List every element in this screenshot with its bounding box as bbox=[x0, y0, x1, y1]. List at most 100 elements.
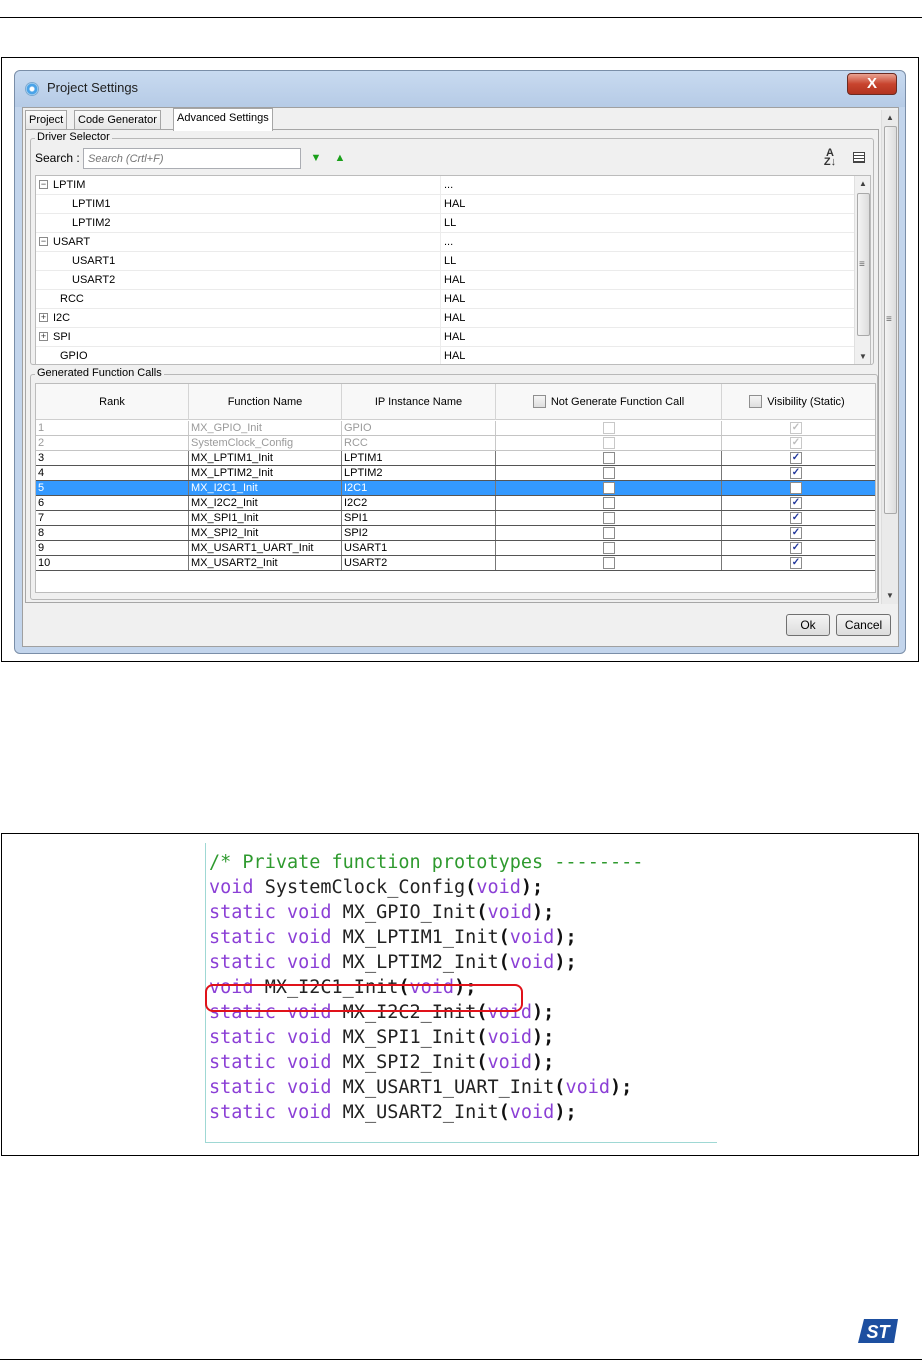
table-row[interactable]: 5 MX_I2C1_Init I2C1 bbox=[36, 481, 875, 496]
rank-cell: 3 bbox=[36, 451, 189, 465]
code-line: static void MX_GPIO_Init(void); bbox=[209, 902, 555, 923]
visibility-checkbox[interactable]: ✓ bbox=[790, 497, 802, 509]
instance-cell: I2C1 bbox=[342, 481, 496, 495]
arrow-up-icon[interactable]: ▲ bbox=[334, 152, 346, 164]
tree-item-value[interactable]: LL bbox=[444, 214, 456, 232]
scroll-up-icon[interactable]: ▲ bbox=[859, 179, 867, 188]
table-row[interactable]: 2 SystemClock_Config RCC ✓ bbox=[36, 436, 875, 451]
visibility-checkbox[interactable]: ✓ bbox=[790, 527, 802, 539]
not-generate-checkbox[interactable] bbox=[603, 542, 615, 554]
list-view-icon[interactable] bbox=[853, 152, 865, 163]
search-label: Search : bbox=[35, 151, 80, 165]
header-function-name[interactable]: Function Name bbox=[189, 384, 342, 420]
cancel-button[interactable]: Cancel bbox=[836, 614, 891, 636]
header-not-generate[interactable]: Not Generate Function Call bbox=[496, 384, 722, 420]
tree-row[interactable]: USART1 LL bbox=[36, 252, 854, 271]
table-row[interactable]: 10 MX_USART2_Init USART2 ✓ bbox=[36, 556, 875, 571]
visibility-checkbox[interactable]: ✓ bbox=[790, 422, 802, 434]
table-row[interactable]: 1 MX_GPIO_Init GPIO ✓ bbox=[36, 421, 875, 436]
tree-item-value[interactable]: ... bbox=[444, 176, 453, 194]
not-generate-checkbox[interactable] bbox=[603, 467, 615, 479]
tree-item-name: LPTIM1 bbox=[72, 198, 111, 210]
not-generate-checkbox[interactable] bbox=[603, 497, 615, 509]
not-generate-all-checkbox[interactable] bbox=[532, 394, 546, 408]
scroll-down-icon[interactable]: ▼ bbox=[886, 591, 894, 600]
tree-row[interactable]: + I2C HAL bbox=[36, 309, 854, 328]
tree-row[interactable]: LPTIM1 HAL bbox=[36, 195, 854, 214]
not-generate-checkbox[interactable] bbox=[603, 527, 615, 539]
table-row[interactable]: 8 MX_SPI2_Init SPI2 ✓ bbox=[36, 526, 875, 541]
tree-item-value[interactable]: HAL bbox=[444, 309, 465, 327]
arrow-down-icon[interactable]: ▼ bbox=[310, 152, 322, 164]
visibility-checkbox[interactable]: ✓ bbox=[790, 512, 802, 524]
visibility-checkbox[interactable]: ✓ bbox=[790, 542, 802, 554]
code-comment-line: /* Private function prototypes -------- bbox=[209, 852, 644, 873]
search-input[interactable] bbox=[83, 148, 301, 169]
tree-item-value[interactable]: LL bbox=[444, 252, 456, 270]
code-line: static void MX_LPTIM2_Init(void); bbox=[209, 952, 577, 973]
tree-row[interactable]: GPIO HAL bbox=[36, 347, 854, 364]
not-generate-checkbox[interactable] bbox=[603, 422, 615, 434]
visibility-checkbox[interactable]: ✓ bbox=[790, 452, 802, 464]
close-button[interactable]: X bbox=[847, 73, 897, 95]
tree-item-value[interactable]: HAL bbox=[444, 328, 465, 346]
function-name-cell: MX_LPTIM2_Init bbox=[189, 466, 342, 480]
function-name-cell: MX_I2C1_Init bbox=[189, 481, 342, 495]
tab-project[interactable]: Project bbox=[25, 110, 68, 130]
visibility-checkbox[interactable]: ✓ bbox=[790, 557, 802, 569]
table-row[interactable]: 3 MX_LPTIM1_Init LPTIM1 ✓ bbox=[36, 451, 875, 466]
visibility-checkbox[interactable]: ✓ bbox=[790, 467, 802, 479]
tree-item-value[interactable]: HAL bbox=[444, 195, 465, 213]
table-row[interactable]: 7 MX_SPI1_Init SPI1 ✓ bbox=[36, 511, 875, 526]
tree-row[interactable]: + SPI HAL bbox=[36, 328, 854, 347]
tree-row[interactable]: LPTIM2 LL bbox=[36, 214, 854, 233]
tree-item-name: LPTIM bbox=[53, 179, 86, 191]
header-visibility[interactable]: Visibility (Static) bbox=[722, 384, 872, 420]
table-row[interactable]: 4 MX_LPTIM2_Init LPTIM2 ✓ bbox=[36, 466, 875, 481]
table-row[interactable]: 6 MX_I2C2_Init I2C2 ✓ bbox=[36, 496, 875, 511]
ok-button[interactable]: Ok bbox=[786, 614, 830, 636]
not-generate-cell bbox=[496, 541, 722, 555]
not-generate-cell bbox=[496, 511, 722, 525]
collapse-icon[interactable]: − bbox=[39, 237, 48, 246]
tab-code-generator[interactable]: Code Generator bbox=[74, 110, 161, 130]
tab-advanced-settings[interactable]: Advanced Settings bbox=[173, 108, 273, 131]
not-generate-cell bbox=[496, 526, 722, 540]
tree-row[interactable]: − USART... bbox=[36, 233, 854, 252]
tree-row[interactable]: RCC HAL bbox=[36, 290, 854, 309]
header-ip-instance[interactable]: IP Instance Name bbox=[342, 384, 496, 420]
not-generate-checkbox[interactable] bbox=[603, 452, 615, 464]
not-generate-checkbox[interactable] bbox=[603, 512, 615, 524]
tree-scrollbar[interactable]: ▲ ≡ ▼ bbox=[854, 176, 870, 364]
tree-row[interactable]: USART2 HAL bbox=[36, 271, 854, 290]
generated-calls-label: Generated Function Calls bbox=[35, 367, 164, 379]
not-generate-checkbox[interactable] bbox=[603, 482, 615, 494]
scroll-up-icon[interactable]: ▲ bbox=[886, 113, 894, 122]
not-generate-checkbox[interactable] bbox=[603, 557, 615, 569]
tree-item-name: USART2 bbox=[72, 274, 116, 286]
code-line: static void MX_LPTIM1_Init(void); bbox=[209, 927, 577, 948]
expand-icon[interactable]: + bbox=[39, 332, 48, 341]
rank-cell: 4 bbox=[36, 466, 189, 480]
tree-row[interactable]: − LPTIM... bbox=[36, 176, 854, 195]
collapse-icon[interactable]: − bbox=[39, 180, 48, 189]
tree-item-value[interactable]: HAL bbox=[444, 347, 465, 364]
visibility-all-checkbox[interactable] bbox=[749, 394, 763, 408]
tree-item-value[interactable]: HAL bbox=[444, 290, 465, 308]
expand-icon[interactable]: + bbox=[39, 313, 48, 322]
header-rank[interactable]: Rank bbox=[36, 384, 189, 420]
function-name-cell: MX_USART2_Init bbox=[189, 556, 342, 570]
sort-az-icon[interactable]: A Z↓ bbox=[823, 148, 837, 168]
visibility-checkbox[interactable] bbox=[790, 482, 802, 494]
tree-item-value[interactable]: HAL bbox=[444, 271, 465, 289]
dialog-scrollbar[interactable]: ▲ ≡ ▼ bbox=[881, 110, 898, 604]
instance-cell: GPIO bbox=[342, 421, 496, 435]
rank-cell: 2 bbox=[36, 436, 189, 450]
visibility-cell: ✓ bbox=[722, 541, 872, 555]
rank-cell: 6 bbox=[36, 496, 189, 510]
table-row[interactable]: 9 MX_USART1_UART_Init USART1 ✓ bbox=[36, 541, 875, 556]
tree-item-value[interactable]: ... bbox=[444, 233, 453, 251]
scroll-down-icon[interactable]: ▼ bbox=[859, 352, 867, 361]
visibility-checkbox[interactable]: ✓ bbox=[790, 437, 802, 449]
not-generate-checkbox[interactable] bbox=[603, 437, 615, 449]
